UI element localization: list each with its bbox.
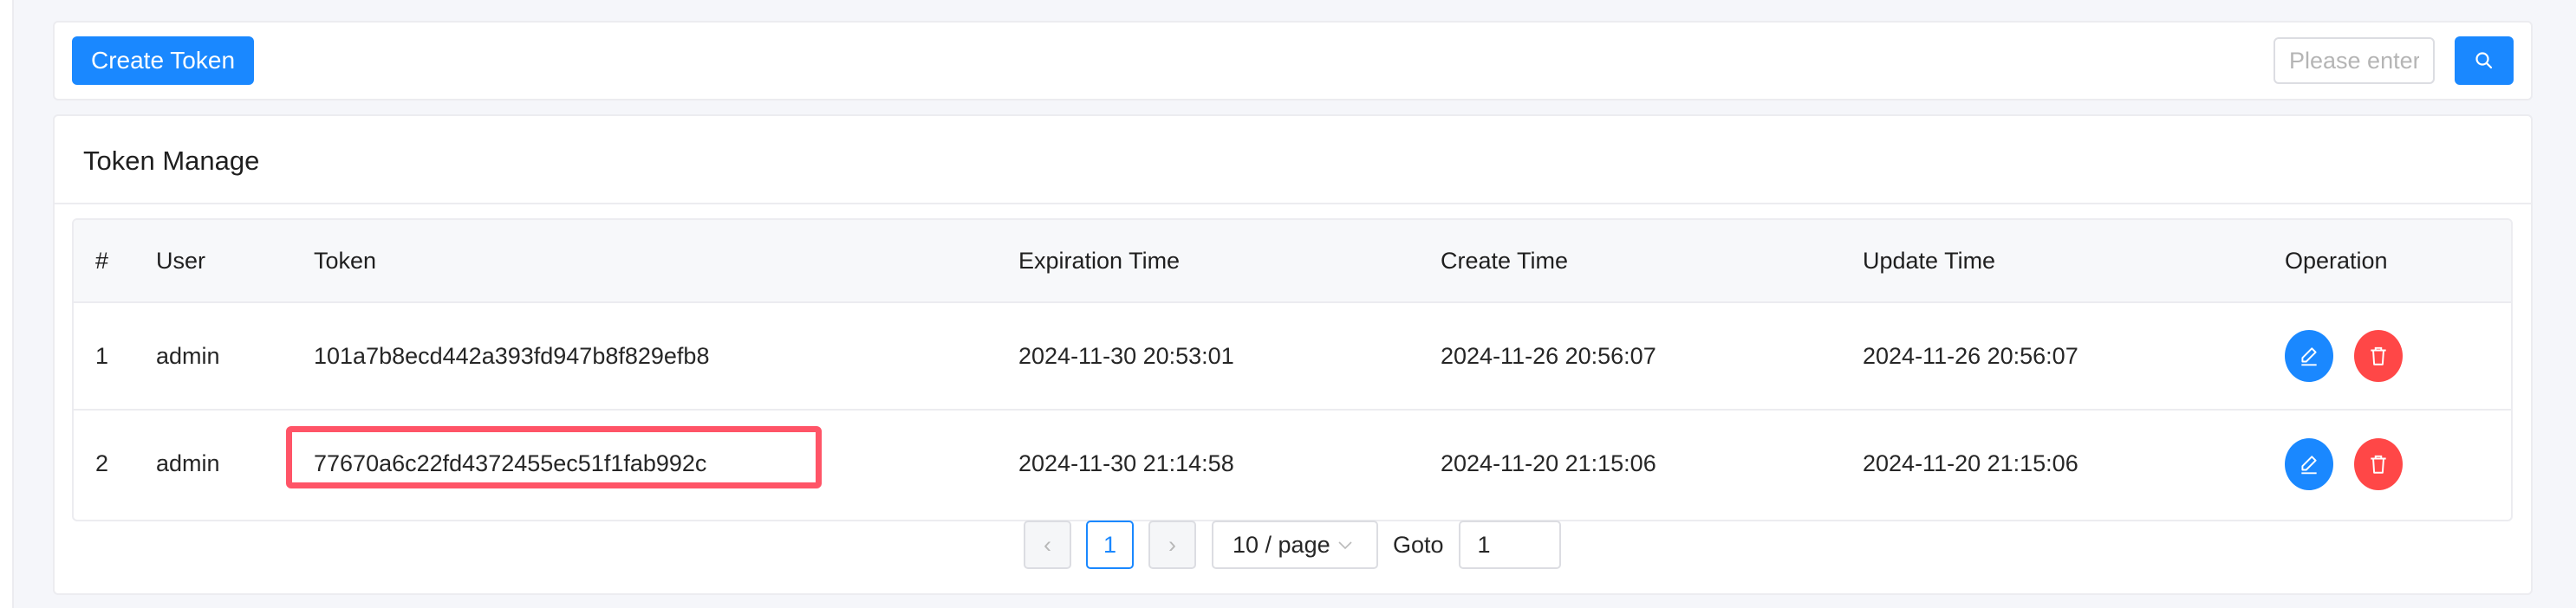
row-operations [2285,302,2511,410]
highlight-box [286,426,822,488]
table-row: 2 admin 77670a6c22fd4372455ec51f1fab992c… [74,409,2511,517]
column-header-create-time: Create Time [1441,220,1863,303]
column-header-expiration-time: Expiration Time [1018,220,1441,303]
edit-icon [2301,455,2317,474]
goto-page-input[interactable] [1458,521,1561,569]
delete-button[interactable] [2354,437,2403,490]
delete-icon [2371,455,2386,474]
column-header-user: User [156,220,314,303]
row-index: 1 [95,342,109,369]
edit-icon [2301,347,2317,366]
page-size-select[interactable]: 10 / page [1212,521,1378,569]
edit-button[interactable] [2285,437,2333,490]
chevron-right-icon: › [1168,531,1176,558]
row-index: 2 [74,409,156,517]
column-header-operation: Operation [2285,220,2511,303]
row-token: 101a7b8ecd442a393fd947b8f829efb8 [314,342,710,369]
token-table: # User Token Expiration Time Create Time… [72,218,2513,521]
create-token-button[interactable]: Create Token [72,36,254,85]
edit-button[interactable] [2285,330,2333,382]
prev-page-button[interactable]: ‹ [1024,521,1071,569]
toolbar-panel: Create Token [53,21,2533,100]
chevron-down-icon [1338,541,1352,550]
panel-header: Token Manage [55,116,2531,204]
delete-button[interactable] [2354,330,2403,382]
table-header-row: # User Token Expiration Time Create Time… [74,220,2511,303]
pagination: ‹ 1 › 10 / page Goto [1024,513,1561,577]
row-token-cell: 77670a6c22fd4372455ec51f1fab992c [286,409,1018,517]
page-1-button[interactable]: 1 [1086,521,1134,569]
next-page-button[interactable]: › [1148,521,1196,569]
row-create-time: 2024-11-20 21:15:06 [1441,409,1863,517]
column-header-index: # [74,220,156,303]
page-title: Token Manage [83,146,260,176]
column-header-token: Token [314,220,1018,303]
row-operations [2285,409,2511,517]
chevron-left-icon: ‹ [1044,531,1051,558]
delete-icon [2371,346,2386,365]
row-expiration-time: 2024-11-30 21:14:58 [1018,409,1441,517]
row-update-time: 2024-11-20 21:15:06 [1863,409,2285,517]
row-expiration-time: 2024-11-30 20:53:01 [1018,342,1234,369]
column-header-update-time: Update Time [1863,220,2285,303]
left-edge [0,0,14,608]
search-icon [2475,52,2493,69]
row-user: admin [156,342,220,369]
row-update-time: 2024-11-26 20:56:07 [1863,342,2078,369]
table-row: 1 admin 101a7b8ecd442a393fd947b8f829efb8… [74,302,2511,410]
goto-label: Goto [1393,531,1444,558]
search-button[interactable] [2455,36,2514,85]
row-create-time: 2024-11-26 20:56:07 [1441,342,1656,369]
token-manage-panel: Token Manage # User Token Expiration Tim… [53,114,2533,595]
page-size-value: 10 / page [1233,531,1330,558]
search-input[interactable] [2274,37,2435,84]
